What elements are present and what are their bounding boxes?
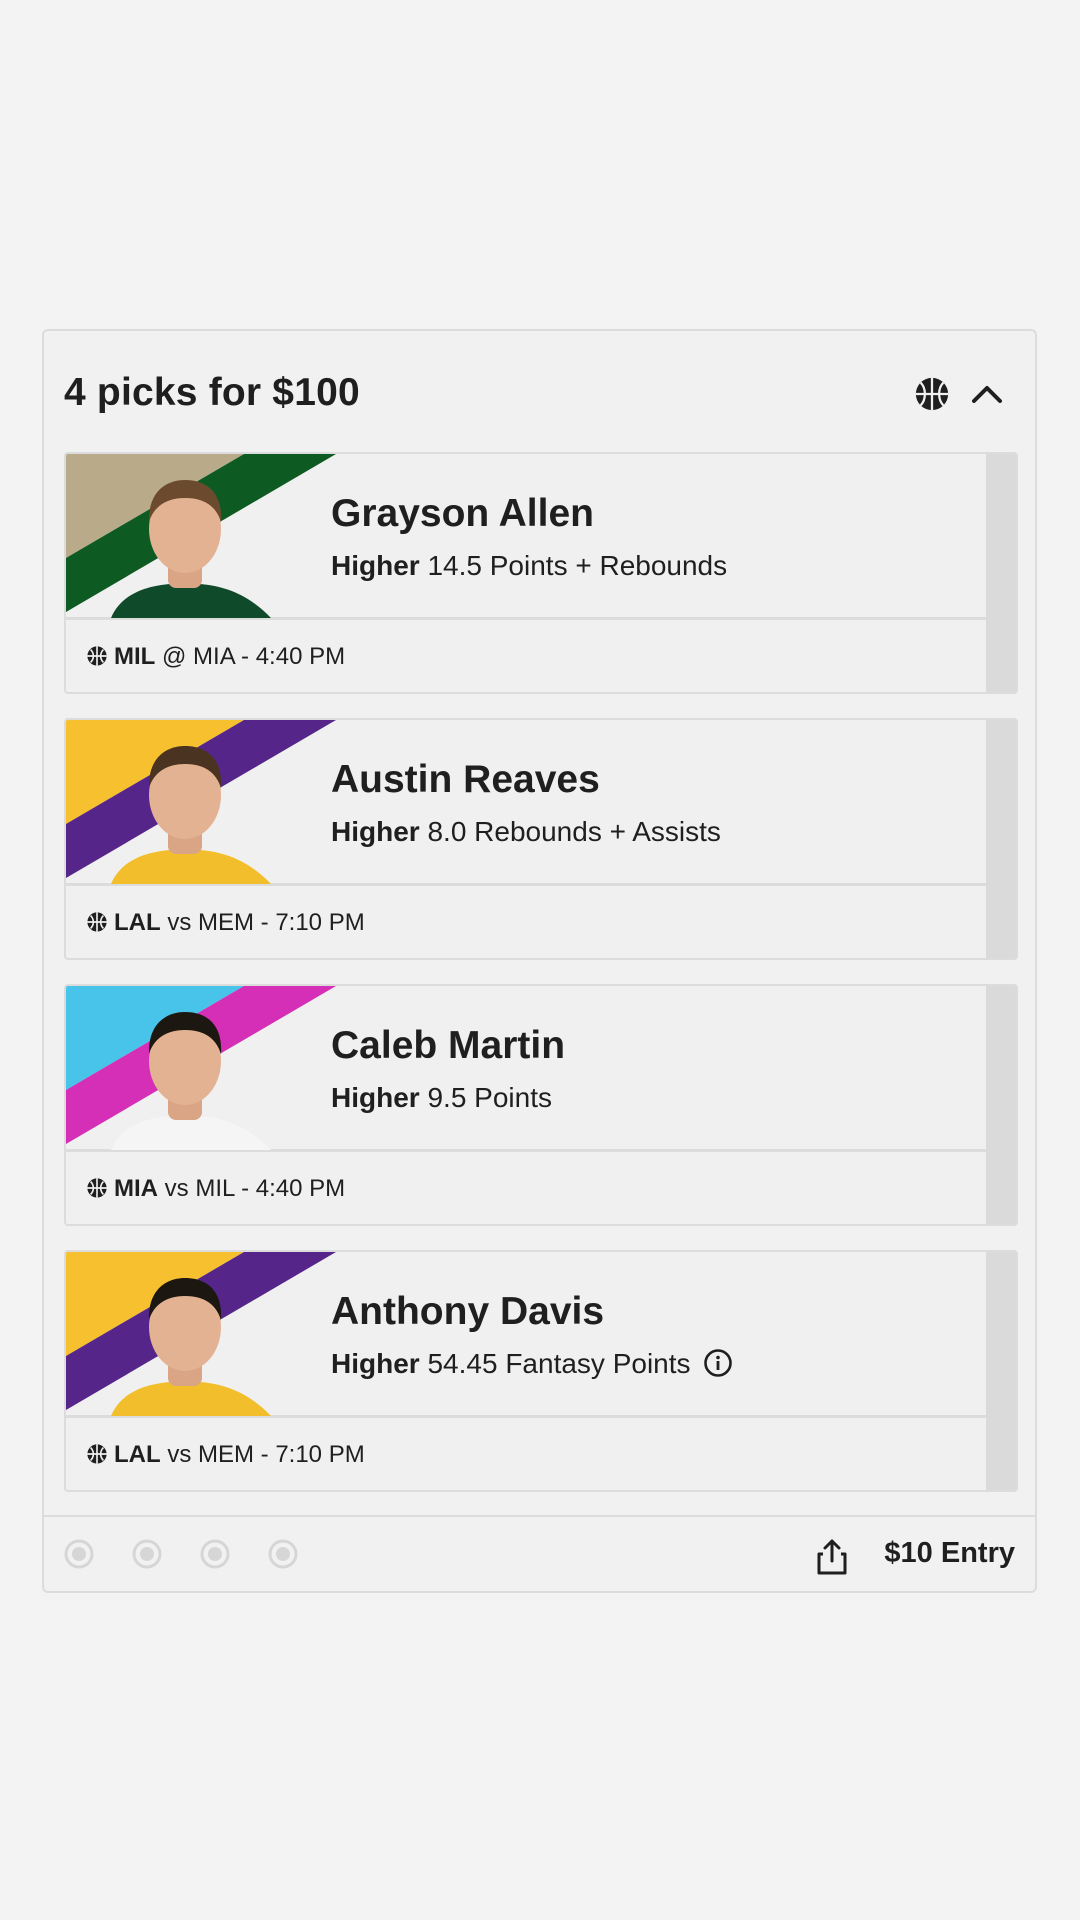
pick-line: Higher 8.0 Rebounds + Assists (331, 816, 721, 848)
pick-stat: 14.5 Points + Rebounds (427, 550, 728, 581)
pick-card[interactable]: Anthony Davis Higher 54.45 Fantasy Point… (64, 1250, 1018, 1492)
basketball-icon (87, 1444, 107, 1464)
basketball-icon (87, 1178, 107, 1198)
game-info: LAL vs MEM - 7:10 PM (66, 1418, 988, 1490)
card-title: 4 picks for $100 (64, 371, 360, 414)
pick-direction: Higher (331, 816, 420, 847)
pick-direction: Higher (331, 550, 420, 581)
pick-card[interactable]: Austin Reaves Higher 8.0 Rebounds + Assi… (64, 718, 1018, 960)
pick-scrollbar[interactable] (986, 720, 1016, 958)
pick-stat: 8.0 Rebounds + Assists (427, 816, 721, 847)
pick-stat: 54.45 Fantasy Points (427, 1348, 691, 1379)
pick-card[interactable]: Grayson Allen Higher 14.5 Points + Rebou… (64, 452, 1018, 694)
pick-line: Higher 9.5 Points (331, 1082, 552, 1114)
team-abbr: LAL (114, 909, 161, 936)
basketball-icon (915, 377, 949, 411)
team-abbr: MIL (114, 643, 156, 670)
player-name: Anthony Davis (331, 1290, 605, 1333)
basketball-icon (87, 912, 107, 932)
chevron-up-icon[interactable] (969, 377, 1005, 411)
info-icon[interactable] (703, 1348, 733, 1378)
player-name: Austin Reaves (331, 758, 600, 801)
pick-summary: Grayson Allen Higher 14.5 Points + Rebou… (66, 454, 988, 620)
player-headshot (66, 720, 336, 884)
pick-summary: Caleb Martin Higher 9.5 Points (66, 986, 988, 1152)
progress-dot (268, 1539, 298, 1569)
pick-card[interactable]: Caleb Martin Higher 9.5 Points MIA vs MI… (64, 984, 1018, 1226)
game-info: LAL vs MEM - 7:10 PM (66, 886, 988, 958)
player-headshot (66, 986, 336, 1150)
matchup-text: vs MIL - 4:40 PM (164, 1175, 346, 1202)
share-icon[interactable] (815, 1537, 849, 1577)
pick-direction: Higher (331, 1082, 420, 1113)
pick-scrollbar[interactable] (986, 454, 1016, 692)
card-header[interactable]: 4 picks for $100 (44, 331, 1035, 451)
team-abbr: MIA (114, 1175, 158, 1202)
pick-stat: 9.5 Points (427, 1082, 552, 1113)
player-headshot (66, 1252, 336, 1416)
matchup-text: vs MEM - 7:10 PM (167, 909, 365, 936)
player-name: Grayson Allen (331, 492, 594, 535)
progress-dot (64, 1539, 94, 1569)
progress-dot (132, 1539, 162, 1569)
team-abbr: LAL (114, 1441, 161, 1468)
player-headshot (66, 454, 336, 618)
picks-card: 4 picks for $100 Grayson Allen Higher 14… (42, 329, 1037, 1593)
matchup-text: @ MIA - 4:40 PM (162, 643, 346, 670)
game-info: MIL @ MIA - 4:40 PM (66, 620, 988, 692)
pick-scrollbar[interactable] (986, 1252, 1016, 1490)
pick-line: Higher 54.45 Fantasy Points (331, 1348, 733, 1380)
pick-summary: Austin Reaves Higher 8.0 Rebounds + Assi… (66, 720, 988, 886)
pick-direction: Higher (331, 1348, 420, 1379)
game-info: MIA vs MIL - 4:40 PM (66, 1152, 988, 1224)
player-name: Caleb Martin (331, 1024, 566, 1067)
pick-summary: Anthony Davis Higher 54.45 Fantasy Point… (66, 1252, 988, 1418)
matchup-text: vs MEM - 7:10 PM (167, 1441, 365, 1468)
card-footer: $10 Entry (44, 1515, 1035, 1593)
progress-dot (200, 1539, 230, 1569)
pick-line: Higher 14.5 Points + Rebounds (331, 550, 727, 582)
pick-scrollbar[interactable] (986, 986, 1016, 1224)
basketball-icon (87, 646, 107, 666)
entry-label[interactable]: $10 Entry (884, 1537, 1015, 1570)
